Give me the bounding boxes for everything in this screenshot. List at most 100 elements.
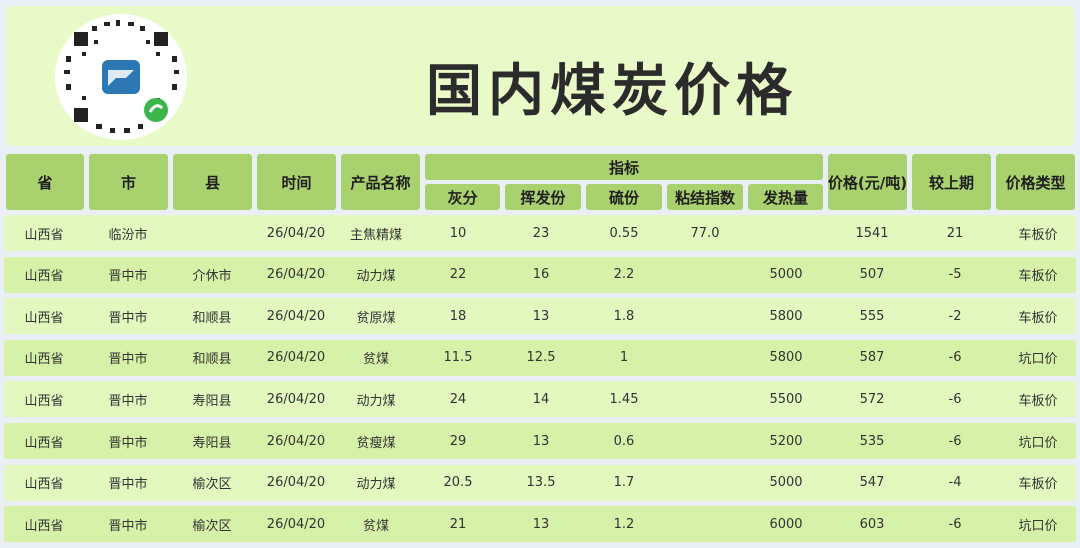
cell-ash: 10 <box>449 225 467 241</box>
cell-calorific-value: 5000 <box>769 267 803 283</box>
header-change: 较上期 <box>912 154 991 210</box>
cell-volatile: 13 <box>532 433 550 449</box>
cell-city: 临汾市 <box>108 227 148 243</box>
header-date: 时间 <box>257 154 336 210</box>
cell-province: 山西省 <box>24 477 64 493</box>
table-row: 山西省 晋中市 和顺县 26/04/20 贫煤 11.5 12.5 1 5800 587 -6 坑口价 <box>4 339 1076 376</box>
cell-province: 山西省 <box>24 310 64 326</box>
cell-sulfur: 1 <box>619 350 629 366</box>
cell-price-type: 车板价 <box>1018 269 1058 285</box>
header-caking-index: 粘结指数 <box>667 184 743 210</box>
cell-caking-index <box>665 506 745 542</box>
cell-date: 26/04/20 <box>266 267 326 283</box>
cell-price: 535 <box>859 433 885 449</box>
cell-province: 山西省 <box>24 435 64 451</box>
cell-price-type: 车板价 <box>1018 477 1058 493</box>
cell-product: 动力煤 <box>356 269 396 285</box>
cell-date: 26/04/20 <box>266 475 326 491</box>
cell-sulfur: 1.45 <box>609 391 639 407</box>
cell-county: 榆次区 <box>192 518 232 534</box>
cell-sulfur: 1.8 <box>613 308 635 324</box>
table-row: 山西省 晋中市 榆次区 26/04/20 贫煤 21 13 1.2 6000 603 -6 坑口价 <box>4 506 1076 543</box>
cell-date: 26/04/20 <box>266 308 326 324</box>
cell-calorific-value <box>746 215 826 251</box>
table-row: 山西省 晋中市 寿阳县 26/04/20 动力煤 24 14 1.45 5500 572 -6 车板价 <box>4 381 1076 418</box>
cell-calorific-value: 5500 <box>769 391 803 407</box>
cell-county: 寿阳县 <box>192 435 232 451</box>
cell-change: -6 <box>948 433 962 449</box>
cell-change: -2 <box>948 308 962 324</box>
cell-date: 26/04/20 <box>266 225 326 241</box>
cell-product: 贫瘦煤 <box>356 435 396 451</box>
cell-price: 507 <box>859 267 885 283</box>
cell-sulfur: 2.2 <box>613 267 635 283</box>
cell-province: 山西省 <box>24 393 64 409</box>
cell-volatile: 23 <box>532 225 550 241</box>
cell-ash: 11.5 <box>443 350 473 366</box>
cell-province: 山西省 <box>24 518 64 534</box>
cell-calorific-value: 5000 <box>769 475 803 491</box>
cell-city: 晋中市 <box>108 477 148 493</box>
table-row: 山西省 临汾市 26/04/20 主焦精煤 10 23 0.55 77.0 1541 21 车板价 <box>4 215 1076 251</box>
table-row: 山西省 晋中市 榆次区 26/04/20 动力煤 20.5 13.5 1.7 5000 547 -4… <box>4 464 1076 501</box>
cell-change: -6 <box>948 350 962 366</box>
cell-product: 贫原煤 <box>356 310 396 326</box>
cell-county: 和顺县 <box>192 310 232 326</box>
cell-sulfur: 0.55 <box>609 225 639 241</box>
cell-price-type: 坑口价 <box>1018 518 1058 534</box>
cell-price-type: 坑口价 <box>1018 352 1058 368</box>
cell-price: 555 <box>859 308 885 324</box>
cell-caking-index <box>665 423 745 459</box>
cell-volatile: 14 <box>532 391 550 407</box>
cell-ash: 24 <box>449 391 467 407</box>
cell-county <box>172 215 252 251</box>
header-city: 市 <box>89 154 168 210</box>
cell-sulfur: 0.6 <box>613 433 635 449</box>
cell-price: 587 <box>859 350 885 366</box>
cell-calorific-value: 5800 <box>769 350 803 366</box>
cell-price: 572 <box>859 391 885 407</box>
cell-city: 晋中市 <box>108 393 148 409</box>
cell-sulfur: 1.2 <box>613 516 635 532</box>
header-price-type: 价格类型 <box>996 154 1075 210</box>
cell-province: 山西省 <box>24 352 64 368</box>
header-indicators: 指标 <box>425 154 823 180</box>
cell-ash: 20.5 <box>443 475 473 491</box>
header-calorific-value: 发热量 <box>748 184 823 210</box>
header-ash: 灰分 <box>425 184 500 210</box>
cell-caking-index <box>665 257 745 293</box>
cell-caking-index <box>665 465 745 501</box>
header-county: 县 <box>173 154 252 210</box>
cell-date: 26/04/20 <box>266 350 326 366</box>
cell-change: -6 <box>948 516 962 532</box>
cell-price: 1541 <box>855 225 889 241</box>
header-price: 价格(元/吨) <box>828 154 907 210</box>
cell-change: 21 <box>946 225 964 241</box>
page-title: 国内煤炭价格 <box>426 59 798 124</box>
cell-price-type: 车板价 <box>1018 310 1058 326</box>
cell-city: 晋中市 <box>108 518 148 534</box>
cell-price: 547 <box>859 475 885 491</box>
cell-ash: 21 <box>449 516 467 532</box>
cell-product: 贫煤 <box>362 352 389 368</box>
cell-change: -6 <box>948 391 962 407</box>
cell-county: 介休市 <box>192 269 232 285</box>
cell-county: 寿阳县 <box>192 393 232 409</box>
cell-volatile: 12.5 <box>526 350 556 366</box>
cell-price-type: 车板价 <box>1018 227 1058 243</box>
cell-volatile: 16 <box>532 267 550 283</box>
cell-city: 晋中市 <box>108 352 148 368</box>
cell-date: 26/04/20 <box>266 516 326 532</box>
cell-caking-index <box>665 298 745 334</box>
mini-program-qr-code-icon[interactable] <box>52 12 190 142</box>
cell-ash: 22 <box>449 267 467 283</box>
header-province: 省 <box>6 154 84 210</box>
cell-price-type: 车板价 <box>1018 393 1058 409</box>
cell-calorific-value: 5200 <box>769 433 803 449</box>
cell-change: -5 <box>948 267 962 283</box>
cell-county: 和顺县 <box>192 352 232 368</box>
cell-volatile: 13 <box>532 308 550 324</box>
cell-product: 贫煤 <box>362 518 389 534</box>
cell-caking-index <box>665 381 745 417</box>
table-row: 山西省 晋中市 介休市 26/04/20 动力煤 22 16 2.2 5000 507 -5 车板价 <box>4 256 1076 293</box>
